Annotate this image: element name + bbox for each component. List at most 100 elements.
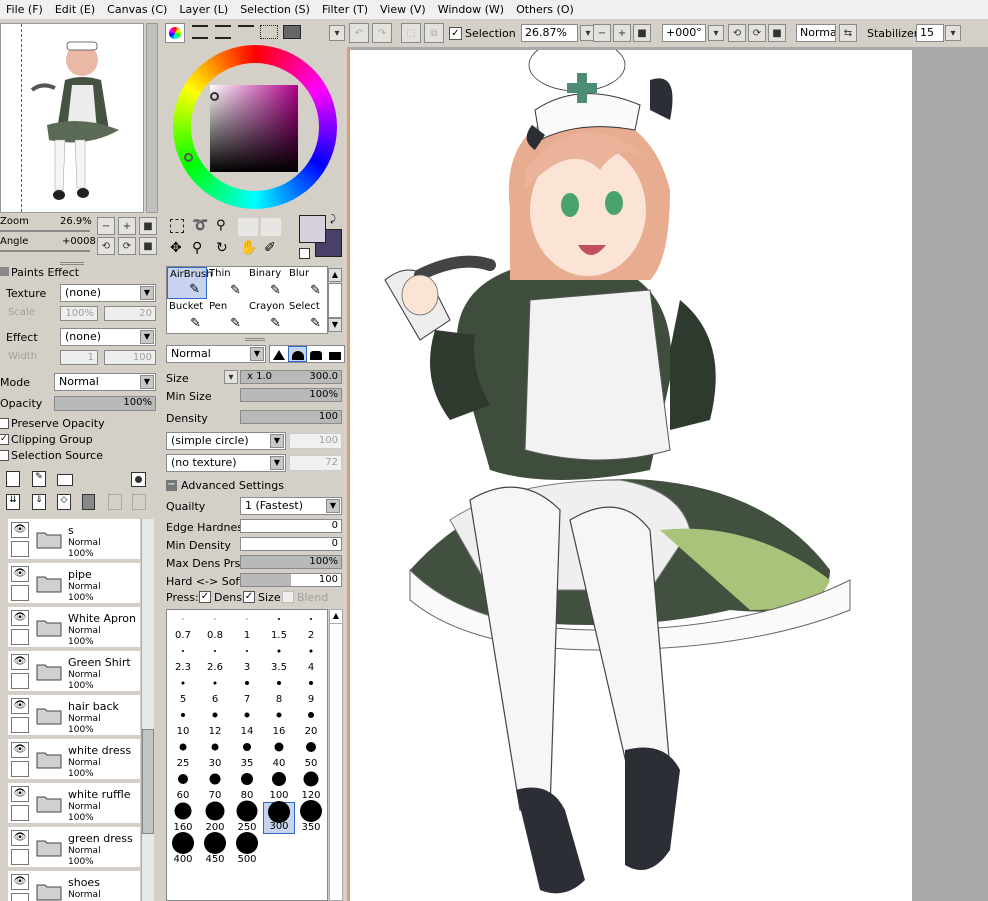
merge-down-icon[interactable]: ⇓	[32, 494, 46, 510]
transfer-down-icon[interactable]: ⇊	[6, 494, 20, 510]
zoom-out-button[interactable]: −	[593, 24, 611, 42]
layer-row[interactable]: 👁 s Normal 100%	[8, 519, 140, 561]
new-layer-icon[interactable]	[6, 471, 20, 487]
clear-layer-icon[interactable]: ◇	[57, 494, 71, 510]
texture-select[interactable]: (none) ▼	[60, 284, 156, 302]
deselect-button[interactable]: ⬚	[401, 23, 421, 43]
layer-row[interactable]: 👁 shoes Normal	[8, 871, 140, 901]
brush-size-cell[interactable]: 8	[263, 674, 295, 706]
paints-effect-collapse-icon[interactable]	[0, 267, 9, 276]
transparent-color-icon[interactable]	[299, 248, 310, 259]
brush-size-cell[interactable]: 160	[167, 802, 199, 834]
nav-zoom-reset-button[interactable]: ■	[139, 217, 157, 235]
layer-lock-checkbox[interactable]	[11, 585, 29, 601]
zoom-field[interactable]: 26.87%	[521, 24, 578, 42]
effect-select[interactable]: (none) ▼	[60, 328, 156, 346]
preserve-opacity-checkbox[interactable]	[0, 418, 9, 429]
color-wheel-tab[interactable]	[165, 23, 185, 43]
canvas[interactable]	[350, 50, 912, 901]
navigator-scrollbar[interactable]	[146, 23, 158, 213]
brush-size-cell[interactable]: 2	[295, 610, 327, 642]
layer-mode-select[interactable]: Normal ▼	[54, 373, 156, 391]
redo-button[interactable]: ↷	[372, 23, 392, 43]
new-vector-layer-icon[interactable]: ✎	[32, 471, 46, 487]
angle-field[interactable]: +000°	[662, 24, 706, 42]
brush-shape-selector[interactable]	[269, 345, 345, 363]
rotate-right-button[interactable]: ⟳	[748, 24, 766, 42]
navigator-zoom-slider[interactable]	[0, 230, 90, 232]
brush-size-cell[interactable]: 4	[295, 642, 327, 674]
brush-size-cell[interactable]: 5	[167, 674, 199, 706]
visibility-eye-icon[interactable]: 👁	[11, 874, 29, 890]
brush-size-cell[interactable]: 3	[231, 642, 263, 674]
min-density-slider[interactable]: 0	[240, 537, 342, 551]
flip-horizontal-button[interactable]: ⇆	[839, 24, 857, 42]
layer-lock-checkbox[interactable]	[11, 761, 29, 777]
menu-item[interactable]: Layer (L)	[173, 0, 234, 19]
tool-grid-scroll-up[interactable]: ▲	[328, 268, 342, 282]
size-slider[interactable]: x 1.0 300.0	[240, 370, 342, 384]
navigator-preview[interactable]	[0, 23, 144, 213]
saturation-value-square[interactable]	[210, 85, 298, 172]
min-size-slider[interactable]: 100%	[240, 388, 342, 402]
new-folder-icon[interactable]	[57, 474, 73, 486]
nav-zoom-out-button[interactable]: −	[97, 217, 115, 235]
tool-select[interactable]: Select ✎	[287, 300, 327, 332]
magic-wand-icon[interactable]: ⚲	[216, 219, 232, 233]
layer-row[interactable]: 👁 white dress Normal 100%	[8, 739, 140, 781]
opacity-slider[interactable]: 100%	[54, 396, 156, 411]
hard-soft-slider[interactable]: 100	[240, 573, 342, 587]
menu-item[interactable]: Selection (S)	[234, 0, 316, 19]
brush-size-cell[interactable]: 300	[263, 801, 295, 834]
brush-size-cell[interactable]: 200	[199, 801, 231, 834]
selection-toggle[interactable]: ✓	[449, 27, 462, 40]
hsv-slider-tab[interactable]	[215, 25, 231, 39]
sv-cursor[interactable]	[210, 92, 219, 101]
navigator-angle-slider[interactable]	[0, 250, 90, 252]
tool-thin[interactable]: Thin ✎	[207, 267, 247, 299]
quality-select[interactable]: 1 (Fastest) ▼	[240, 497, 342, 515]
layer-mask-icon[interactable]	[131, 472, 146, 487]
layer-lock-checkbox[interactable]	[11, 673, 29, 689]
layer-lock-checkbox[interactable]	[11, 541, 29, 557]
layer-row[interactable]: 👁 White Apron Normal 100%	[8, 607, 140, 649]
visibility-eye-icon[interactable]: 👁	[11, 522, 29, 538]
tool-blur[interactable]: Blur ✎	[287, 267, 327, 299]
brush-size-cell[interactable]: 0.8	[199, 610, 231, 642]
brush-size-cell[interactable]: 450	[199, 832, 231, 866]
brush-size-cell[interactable]: 50	[295, 738, 327, 770]
brush-size-cell[interactable]: 100	[263, 770, 295, 802]
eyedropper-icon[interactable]: ✐	[264, 241, 280, 257]
invert-selection-button[interactable]: ⧉	[424, 23, 444, 43]
panel-splitter[interactable]	[60, 262, 84, 265]
tool-panel-splitter[interactable]	[245, 338, 265, 341]
hue-cursor[interactable]	[184, 153, 193, 162]
scratchpad-tab[interactable]	[283, 25, 301, 39]
brush-size-cell[interactable]: 250	[231, 800, 263, 834]
rotate-tool-icon[interactable]: ↻	[216, 241, 232, 257]
brush-size-cell[interactable]: 10	[167, 706, 199, 738]
brush-size-cell[interactable]: 70	[199, 770, 231, 802]
brush-texture-select[interactable]: (no texture) ▼	[166, 454, 286, 472]
max-dens-slider[interactable]: 100%	[240, 555, 342, 569]
tool-bucket[interactable]: Bucket ✎	[167, 300, 207, 332]
brush-size-cell[interactable]: 7	[231, 674, 263, 706]
palette-tab[interactable]	[260, 25, 278, 39]
zoom-tool-icon[interactable]: ⚲	[192, 241, 208, 257]
nav-zoom-in-button[interactable]: +	[118, 217, 136, 235]
canvas-viewport[interactable]	[347, 47, 988, 901]
menu-item[interactable]: Others (O)	[510, 0, 580, 19]
shape-triangle-icon[interactable]	[270, 346, 288, 362]
nav-rotate-reset-button[interactable]: ■	[139, 237, 157, 255]
rotate-left-button[interactable]: ⟲	[728, 24, 746, 42]
layer-lock-checkbox[interactable]	[11, 849, 29, 865]
shape-flat-icon[interactable]	[326, 346, 344, 362]
density-slider[interactable]: 100	[240, 410, 342, 424]
nav-rotate-right-button[interactable]: ⟳	[118, 237, 136, 255]
tool-pen[interactable]: Pen ✎	[207, 300, 247, 332]
menu-item[interactable]: Window (W)	[432, 0, 510, 19]
hand-tool-icon[interactable]: ✋	[240, 241, 257, 257]
layer-lock-checkbox[interactable]	[11, 717, 29, 733]
visibility-eye-icon[interactable]: 👁	[11, 610, 29, 626]
menu-item[interactable]: Filter (T)	[316, 0, 374, 19]
